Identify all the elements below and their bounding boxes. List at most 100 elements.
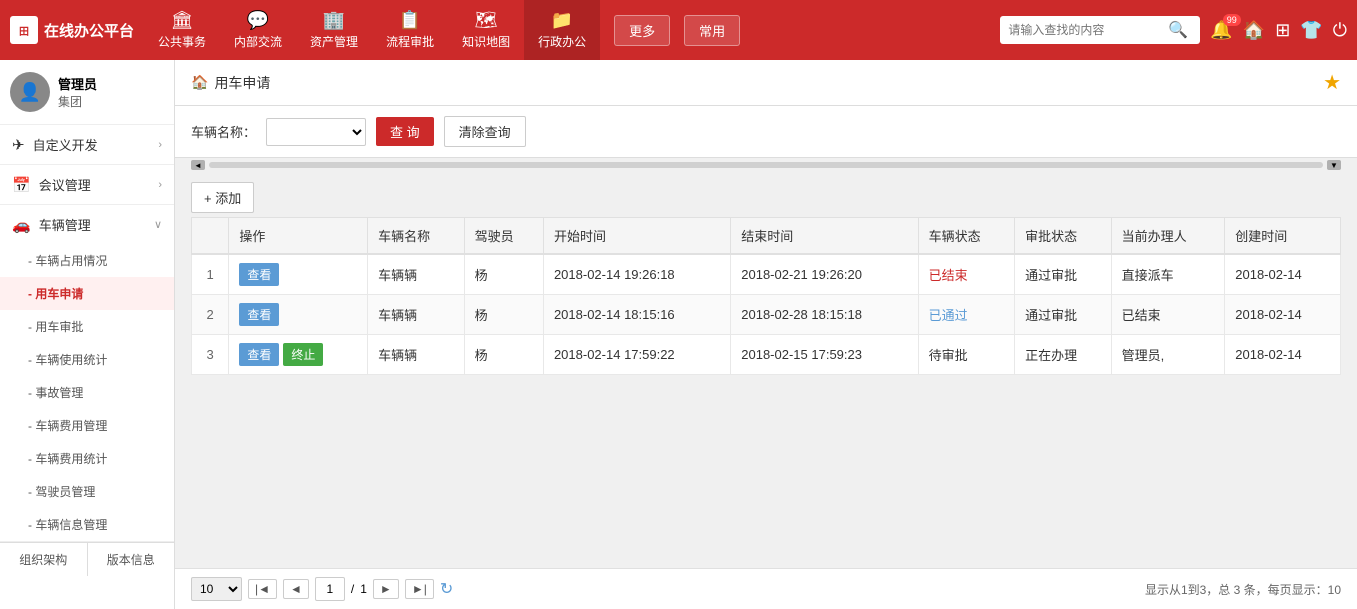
col-header-driver: 驾驶员 <box>464 218 543 255</box>
search-button[interactable]: 🔍 <box>1168 20 1188 40</box>
page-prev-button[interactable]: ◄ <box>283 579 309 599</box>
scroll-right-btn[interactable]: ▼ <box>1327 160 1341 170</box>
row-index: 3 <box>192 335 229 375</box>
row-vehicle-status: 待审批 <box>918 335 1015 375</box>
menu-group-header-vehicle[interactable]: 🚗 车辆管理 ∨ <box>0 205 174 244</box>
row-start-time: 2018-02-14 19:26:18 <box>543 254 730 295</box>
data-table: 操作 车辆名称 驾驶员 开始时间 结束时间 车辆状态 审批状态 当前办理人 创建… <box>191 217 1341 375</box>
app-logo[interactable]: 田 在线办公平台 <box>10 16 134 44</box>
sidebar-item-accident[interactable]: - 事故管理 <box>0 376 174 409</box>
page-number-input[interactable] <box>315 577 345 601</box>
content-header: 🏠 用车申请 ★ <box>175 60 1357 106</box>
page-size-select[interactable]: 10 20 50 100 <box>191 577 242 601</box>
row-end-time: 2018-02-21 19:26:20 <box>731 254 918 295</box>
row-start-time: 2018-02-14 17:59:22 <box>543 335 730 375</box>
sidebar-item-vehicle-cost-stat[interactable]: - 车辆费用统计 <box>0 442 174 475</box>
row-audit-status: 通过审批 <box>1015 254 1112 295</box>
clear-button[interactable]: 清除查询 <box>444 116 526 147</box>
power-icon[interactable]: ⏻ <box>1333 20 1347 41</box>
grid-icon[interactable]: ⊞ <box>1275 20 1290 41</box>
nav-knowledge-label: 知识地图 <box>462 33 510 50</box>
table-header-row: 操作 车辆名称 驾驶员 开始时间 结束时间 车辆状态 审批状态 当前办理人 创建… <box>192 218 1341 255</box>
nav-knowledge[interactable]: 🗺 知识地图 <box>448 0 524 60</box>
user-dept: 集团 <box>58 93 97 110</box>
vehicle-label: 车辆管理 <box>39 215 91 234</box>
home-icon[interactable]: 🏠 <box>1243 20 1265 41</box>
pagination-summary: 显示从1到3，总 3 条，每页显示：10 <box>1145 581 1341 598</box>
row-vehicle: 车辆辆 <box>368 254 465 295</box>
shirt-icon[interactable]: 👕 <box>1300 20 1322 41</box>
sidebar-item-vehicle-stat[interactable]: - 车辆使用统计 <box>0 343 174 376</box>
scroll-left-btn[interactable]: ◄ <box>191 160 205 170</box>
nav-internal[interactable]: 💬 内部交流 <box>220 0 296 60</box>
top-right-icons: 🔔 99 🏠 ⊞ 👕 ⏻ <box>1210 20 1347 41</box>
table-row: 2查看车辆辆杨2018-02-14 18:15:162018-02-28 18:… <box>192 295 1341 335</box>
view-button[interactable]: 查看 <box>239 343 279 366</box>
notification-icon[interactable]: 🔔 99 <box>1210 20 1232 41</box>
nav-public[interactable]: 🏛 公共事务 <box>144 0 220 60</box>
favorite-button[interactable]: ★ <box>1323 70 1341 95</box>
view-button[interactable]: 查看 <box>239 303 279 326</box>
row-driver: 杨 <box>464 335 543 375</box>
sidebar-item-vehicle-apply[interactable]: - 用车申请 <box>0 277 174 310</box>
table-toolbar: + 添加 <box>175 172 1357 217</box>
version-info-button[interactable]: 版本信息 <box>88 543 175 576</box>
row-index: 1 <box>192 254 229 295</box>
app-name: 在线办公平台 <box>44 20 134 41</box>
page-title: 用车申请 <box>214 73 270 93</box>
user-info: 👤 管理员 集团 <box>0 60 174 125</box>
vehicle-select[interactable] <box>266 118 366 146</box>
logo-icon: 田 <box>10 16 38 44</box>
view-button[interactable]: 查看 <box>239 263 279 286</box>
row-end-time: 2018-02-28 18:15:18 <box>731 295 918 335</box>
col-header-index <box>192 218 229 255</box>
org-structure-button[interactable]: 组织架构 <box>0 543 88 576</box>
nav-assets[interactable]: 🏢 资产管理 <box>296 0 372 60</box>
assets-icon: 🏢 <box>323 10 345 31</box>
row-driver: 杨 <box>464 295 543 335</box>
query-button[interactable]: 查 询 <box>376 117 434 146</box>
nav-workflow-label: 流程审批 <box>386 33 434 50</box>
search-bar: 🔍 <box>1000 16 1200 44</box>
nav-items: 🏛 公共事务 💬 内部交流 🏢 资产管理 📋 流程审批 🗺 知识地图 📁 行政办… <box>144 0 990 60</box>
col-header-vehicle-status: 车辆状态 <box>918 218 1015 255</box>
nav-admin-label: 行政办公 <box>538 33 586 50</box>
refresh-button[interactable]: ↻ <box>440 579 453 599</box>
page-first-button[interactable]: |◄ <box>248 579 277 599</box>
add-button[interactable]: + 添加 <box>191 182 254 213</box>
sidebar-item-vehicle-audit[interactable]: - 用车审批 <box>0 310 174 343</box>
table-container: 操作 车辆名称 驾驶员 开始时间 结束时间 车辆状态 审批状态 当前办理人 创建… <box>175 217 1357 568</box>
sidebar-item-driver[interactable]: - 驾驶员管理 <box>0 475 174 508</box>
row-start-time: 2018-02-14 18:15:16 <box>543 295 730 335</box>
nav-workflow[interactable]: 📋 流程审批 <box>372 0 448 60</box>
row-ops: 查看 <box>229 295 368 335</box>
more-button[interactable]: 更多 <box>614 15 670 46</box>
nav-admin[interactable]: 📁 行政办公 <box>524 0 600 60</box>
row-create-time: 2018-02-14 <box>1225 295 1341 335</box>
sidebar-item-vehicle-info[interactable]: - 车辆信息管理 <box>0 508 174 541</box>
menu-group-header-meeting[interactable]: 📅 会议管理 › <box>0 165 174 204</box>
meeting-icon: 📅 <box>12 176 31 194</box>
row-vehicle-status[interactable]: 已结束 <box>918 254 1015 295</box>
public-icon: 🏛 <box>171 10 194 31</box>
total-pages: 1 <box>360 582 367 596</box>
stop-button[interactable]: 终止 <box>283 343 323 366</box>
sidebar-item-vehicle-cost[interactable]: - 车辆费用管理 <box>0 409 174 442</box>
user-name: 管理员 <box>58 74 97 93</box>
sidebar-item-vehicle-usage[interactable]: - 车辆占用情况 <box>0 244 174 277</box>
col-header-create-time: 创建时间 <box>1225 218 1341 255</box>
page-next-button[interactable]: ► <box>373 579 399 599</box>
common-button[interactable]: 常用 <box>684 15 740 46</box>
page-last-button[interactable]: ►| <box>405 579 434 599</box>
row-vehicle-status[interactable]: 已通过 <box>918 295 1015 335</box>
scroll-indicator-row: ◄ ▼ <box>175 158 1357 172</box>
row-current-handler: 已结束 <box>1111 295 1225 335</box>
col-header-start-time: 开始时间 <box>543 218 730 255</box>
row-current-handler: 管理员, <box>1111 335 1225 375</box>
meeting-arrow: › <box>158 179 162 191</box>
meeting-label: 会议管理 <box>39 175 91 194</box>
vehicle-select-input[interactable] <box>267 119 365 145</box>
search-input[interactable] <box>1008 23 1168 37</box>
custom-dev-label: 自定义开发 <box>33 135 98 154</box>
menu-group-header-custom-dev[interactable]: ✈ 自定义开发 › <box>0 125 174 164</box>
